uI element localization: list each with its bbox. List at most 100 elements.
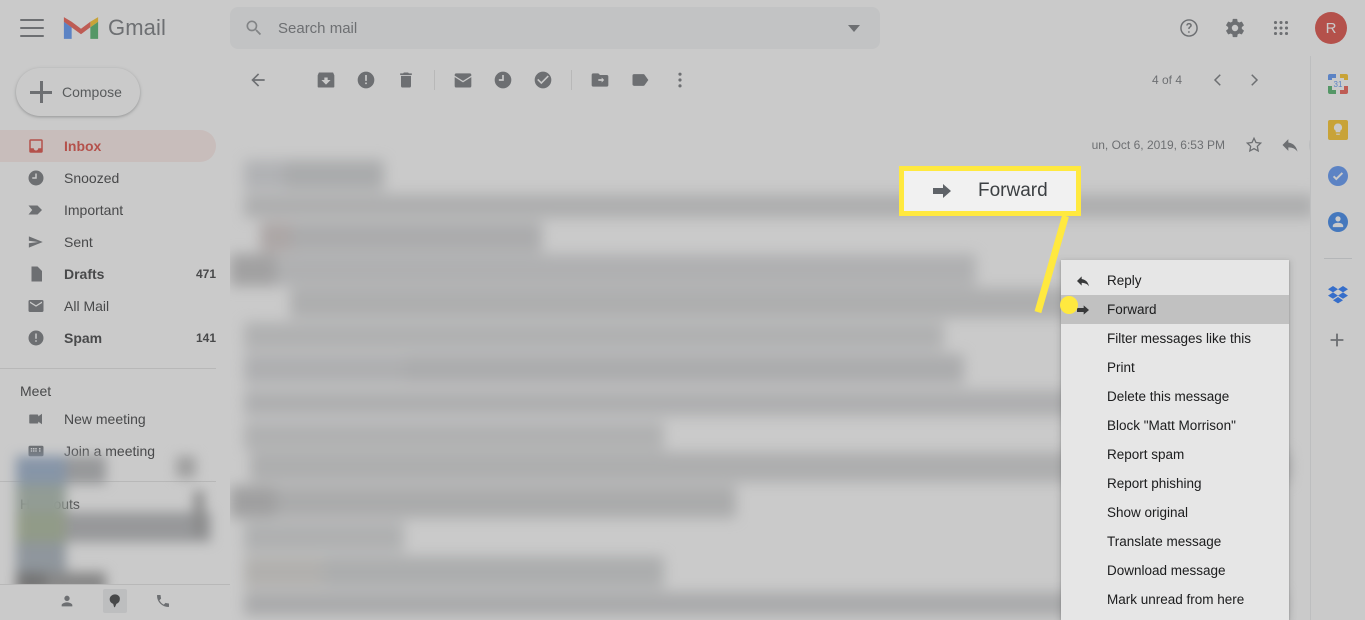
menu-item-label: Reply xyxy=(1107,273,1142,288)
contacts-person-icon[interactable] xyxy=(55,589,79,613)
menu-item-forward[interactable]: Forward xyxy=(1061,295,1289,324)
avatar[interactable]: R xyxy=(1315,12,1347,44)
app-header: Gmail Search mail R xyxy=(0,0,1365,56)
reply-arrow-icon[interactable] xyxy=(1273,128,1307,162)
google-keep-icon[interactable] xyxy=(1326,118,1350,142)
search-input[interactable] xyxy=(278,19,848,37)
menu-item-label: Show original xyxy=(1107,505,1189,520)
spam-icon xyxy=(26,328,46,348)
gmail-logo-icon xyxy=(63,17,99,39)
forward-callout: Forward xyxy=(899,166,1081,216)
sidebar-item-new-meeting[interactable]: New meeting xyxy=(0,403,216,435)
back-icon[interactable] xyxy=(238,60,278,100)
reply-arrow-icon xyxy=(1075,273,1095,289)
labels-icon[interactable] xyxy=(620,60,660,100)
menu-item-label: Filter messages like this xyxy=(1107,331,1252,346)
archive-icon[interactable] xyxy=(306,60,346,100)
add-addon-icon[interactable] xyxy=(1326,329,1350,353)
menu-item-delete-message[interactable]: Delete this message xyxy=(1061,382,1289,411)
search-bar[interactable] xyxy=(230,7,880,49)
delete-icon[interactable] xyxy=(386,60,426,100)
compose-button[interactable]: Compose xyxy=(16,68,140,116)
hangouts-footer-bar xyxy=(0,584,230,616)
send-icon xyxy=(26,232,46,252)
sidebar-item-label: Important xyxy=(64,202,124,218)
menu-item-label: Print xyxy=(1107,360,1135,375)
menu-item-block-sender[interactable]: Block "Matt Morrison" xyxy=(1061,411,1289,440)
page-count: 4 of 4 xyxy=(1151,73,1182,87)
google-calendar-icon[interactable]: 31 xyxy=(1326,72,1350,96)
menu-item-mark-unread-from-here[interactable]: Mark unread from here xyxy=(1061,585,1289,614)
rail-divider xyxy=(1324,258,1352,259)
add-to-tasks-icon[interactable] xyxy=(523,60,563,100)
sidebar-item-label: All Mail xyxy=(64,298,110,314)
video-camera-icon xyxy=(26,409,46,429)
sidebar-item-all-mail[interactable]: All Mail xyxy=(0,290,216,322)
sidebar-item-count: 471 xyxy=(195,267,216,281)
nav-list: Inbox Snoozed Important Sent Drafts 471 … xyxy=(0,130,230,512)
menu-item-label: Mark unread from here xyxy=(1107,592,1245,607)
chevron-left-icon[interactable] xyxy=(1200,62,1236,98)
dropbox-icon[interactable] xyxy=(1326,283,1350,307)
search-icon xyxy=(246,20,262,36)
snooze-icon[interactable] xyxy=(483,60,523,100)
hangouts-panel xyxy=(0,456,230,616)
sidebar-item-inbox[interactable]: Inbox xyxy=(0,130,216,162)
hamburger-icon[interactable] xyxy=(20,19,44,37)
sidebar-item-snoozed[interactable]: Snoozed xyxy=(0,162,216,194)
help-icon[interactable] xyxy=(1169,8,1209,48)
star-icon[interactable] xyxy=(1237,128,1271,162)
sidebar-item-sent[interactable]: Sent xyxy=(0,226,216,258)
menu-item-label: Translate message xyxy=(1107,534,1222,549)
callout-label: Forward xyxy=(978,180,1048,201)
menu-item-show-original[interactable]: Show original xyxy=(1061,498,1289,527)
menu-item-report-spam[interactable]: Report spam xyxy=(1061,440,1289,469)
message-header-actions: un, Oct 6, 2019, 6:53 PM xyxy=(1092,128,1343,162)
brand-name: Gmail xyxy=(108,15,166,40)
svg-text:31: 31 xyxy=(1334,80,1343,89)
inbox-icon xyxy=(26,136,46,156)
google-tasks-icon[interactable] xyxy=(1326,164,1350,188)
forward-arrow-icon xyxy=(1075,302,1095,318)
google-contacts-icon[interactable] xyxy=(1326,210,1350,234)
sidebar-item-label: Spam xyxy=(64,330,103,346)
menu-item-filter-messages[interactable]: Filter messages like this xyxy=(1061,324,1289,353)
mail-toolbar: 4 of 4 xyxy=(230,56,1310,104)
hangouts-balloon-icon[interactable] xyxy=(103,588,127,613)
menu-item-download-message[interactable]: Download message xyxy=(1061,556,1289,585)
toolbar-divider xyxy=(571,70,572,90)
brand: Gmail xyxy=(62,14,166,42)
menu-item-label: Download message xyxy=(1107,563,1226,578)
gear-icon[interactable] xyxy=(1215,8,1255,48)
sidebar-item-spam[interactable]: Spam 141 xyxy=(0,322,216,354)
sidebar: Compose Inbox Snoozed Important Sent Dra… xyxy=(0,56,230,620)
report-spam-icon[interactable] xyxy=(346,60,386,100)
apps-grid-icon[interactable] xyxy=(1261,8,1301,48)
sidebar-item-label: Sent xyxy=(64,234,93,250)
phone-icon[interactable] xyxy=(151,589,175,613)
sidebar-item-drafts[interactable]: Drafts 471 xyxy=(0,258,216,290)
more-icon[interactable] xyxy=(660,60,700,100)
clock-icon xyxy=(26,168,46,188)
sidebar-item-important[interactable]: Important xyxy=(0,194,216,226)
menu-item-print[interactable]: Print xyxy=(1061,353,1289,382)
move-to-icon[interactable] xyxy=(580,60,620,100)
menu-item-reply[interactable]: Reply xyxy=(1061,266,1289,295)
compose-label: Compose xyxy=(62,84,122,100)
sidebar-item-label: Drafts xyxy=(64,266,105,282)
header-actions: R xyxy=(1169,0,1355,56)
sidebar-item-label: Snoozed xyxy=(64,170,120,186)
draft-icon xyxy=(26,264,46,284)
sidebar-item-label: Inbox xyxy=(64,138,102,154)
pager: 4 of 4 xyxy=(1152,62,1272,98)
chevron-down-icon[interactable] xyxy=(848,24,860,32)
message-context-menu: Reply Forward Filter messages like this … xyxy=(1061,260,1289,620)
important-icon xyxy=(26,200,46,220)
mail-icon xyxy=(26,296,46,316)
menu-item-translate-message[interactable]: Translate message xyxy=(1061,527,1289,556)
menu-item-report-phishing[interactable]: Report phishing xyxy=(1061,469,1289,498)
hangouts-blurred-content xyxy=(16,456,216,594)
addon-rail: 31 xyxy=(1310,56,1365,620)
mark-unread-icon[interactable] xyxy=(443,60,483,100)
chevron-right-icon[interactable] xyxy=(1236,62,1272,98)
